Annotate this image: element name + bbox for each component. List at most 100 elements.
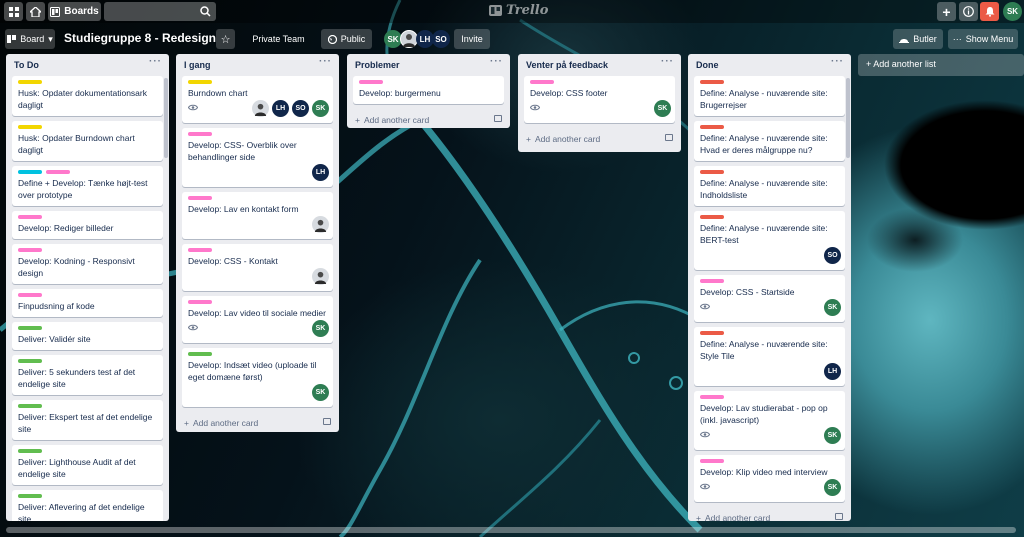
show-menu-button[interactable]: ··· Show Menu (948, 29, 1018, 49)
member-avatar-so[interactable]: SO (292, 100, 309, 117)
notifications-button[interactable] (980, 2, 999, 21)
label-pink[interactable] (18, 293, 42, 297)
card[interactable]: Develop: Indsæt video (uploade til eget … (182, 348, 333, 407)
card-template-icon[interactable] (323, 418, 331, 425)
card[interactable]: Develop: burgermenu (353, 76, 504, 104)
card[interactable]: Develop: Rediger billeder (12, 211, 163, 239)
label-yellow[interactable] (188, 80, 212, 84)
card[interactable]: Define: Analyse - nuværende site: Hvad e… (694, 121, 845, 161)
label-red[interactable] (700, 80, 724, 84)
card[interactable]: Develop: CSS - Kontakt (182, 244, 333, 291)
label-pink[interactable] (700, 459, 724, 463)
visibility-button[interactable]: Public (321, 29, 372, 49)
card[interactable]: Develop: CSS - Startside SK (694, 275, 845, 322)
create-button[interactable]: + (937, 2, 956, 21)
card[interactable]: Deliver: Aflevering af det endelige site (12, 490, 163, 521)
card-template-icon[interactable] (665, 134, 673, 141)
add-list-button[interactable]: + Add another list (858, 54, 1024, 76)
label-green[interactable] (18, 494, 42, 498)
member-avatar-sk[interactable]: SK (312, 320, 329, 337)
card[interactable]: Develop: Lav studierabat - pop op (inkl.… (694, 391, 845, 450)
member-avatar-sk[interactable]: SK (312, 384, 329, 401)
card[interactable]: Deliver: Ekspert test af det endelige si… (12, 400, 163, 440)
label-yellow[interactable] (18, 80, 42, 84)
list-header[interactable]: I gang ··· (176, 54, 339, 76)
label-red[interactable] (700, 125, 724, 129)
list-header[interactable]: To Do ··· (6, 54, 169, 76)
card[interactable]: Develop: Klip video med interview SK (694, 455, 845, 502)
more-icon[interactable]: ··· (661, 56, 674, 67)
list-header[interactable]: Venter på feedback ··· (518, 54, 681, 76)
card[interactable]: Develop: CSS footer SK (524, 76, 675, 123)
label-pink[interactable] (18, 215, 42, 219)
label-pink[interactable] (188, 300, 212, 304)
label-red[interactable] (700, 215, 724, 219)
member-avatar-photo[interactable] (312, 216, 329, 233)
label-pink[interactable] (359, 80, 383, 84)
star-button[interactable]: ☆ (216, 29, 235, 49)
member-avatar-sk[interactable]: SK (312, 100, 329, 117)
label-red[interactable] (700, 331, 724, 335)
label-pink[interactable] (530, 80, 554, 84)
card-template-icon[interactable] (835, 513, 843, 520)
search-input[interactable] (104, 2, 216, 21)
user-avatar[interactable]: SK (1003, 2, 1022, 21)
card[interactable]: Define: Analyse - nuværende site: BERT-t… (694, 211, 845, 270)
card[interactable]: Burndown chart LH SO SK (182, 76, 333, 123)
horizontal-scrollbar[interactable] (6, 527, 1016, 533)
trello-logo[interactable]: Trello (489, 3, 548, 18)
card[interactable]: Deliver: 5 sekunders test af det endelig… (12, 355, 163, 395)
more-icon[interactable]: ··· (319, 56, 332, 67)
label-pink[interactable] (46, 170, 70, 174)
butler-button[interactable]: Butler (893, 29, 943, 49)
list-header[interactable]: Problemer ··· (347, 54, 510, 76)
member-avatar-lh[interactable]: LH (824, 363, 841, 380)
label-pink[interactable] (700, 279, 724, 283)
label-pink[interactable] (188, 196, 212, 200)
member-avatar-sk[interactable]: SK (824, 479, 841, 496)
card[interactable]: Husk: Opdater Burndown chart dagligt (12, 121, 163, 161)
team-button[interactable]: Private Team (245, 29, 312, 49)
card[interactable]: Define + Develop: Tænke højt-test over p… (12, 166, 163, 206)
add-card-button[interactable]: + Add another card (518, 128, 681, 150)
member-avatar-lh[interactable]: LH (272, 100, 289, 117)
card[interactable]: Define: Analyse - nuværende site: Bruger… (694, 76, 845, 116)
label-green[interactable] (18, 404, 42, 408)
member-avatar-photo[interactable] (312, 268, 329, 285)
label-green[interactable] (18, 449, 42, 453)
member-avatar-so[interactable]: SO (824, 247, 841, 264)
more-icon[interactable]: ··· (831, 56, 844, 67)
home-button[interactable] (26, 2, 45, 21)
card[interactable]: Develop: CSS- Overblik over behandlinger… (182, 128, 333, 187)
board-menu-button[interactable]: Board ▾ (5, 29, 55, 49)
more-icon[interactable]: ··· (490, 56, 503, 67)
card[interactable]: Develop: Kodning - Responsivt design (12, 244, 163, 284)
member-avatar-sk[interactable]: SK (824, 427, 841, 444)
vertical-scrollbar[interactable] (846, 78, 850, 158)
member-avatar-sk[interactable]: SK (824, 299, 841, 316)
more-icon[interactable]: ··· (149, 56, 162, 67)
label-pink[interactable] (188, 132, 212, 136)
add-card-button[interactable]: + Add another card (347, 109, 510, 128)
label-red[interactable] (700, 170, 724, 174)
label-green[interactable] (18, 326, 42, 330)
vertical-scrollbar[interactable] (164, 78, 168, 158)
list-header[interactable]: Done ··· (688, 54, 851, 76)
card[interactable]: Develop: Lav video til sociale medier SK (182, 296, 333, 343)
add-card-button[interactable]: + Add another card (688, 507, 851, 521)
label-teal[interactable] (18, 170, 42, 174)
add-card-button[interactable]: + Add another card (176, 412, 339, 432)
board-title[interactable]: Studiegruppe 8 - Redesign (64, 31, 216, 45)
member-avatar-photo[interactable] (252, 100, 269, 117)
member-avatar-lh[interactable]: LH (312, 164, 329, 181)
member-avatar-so[interactable]: SO (432, 30, 450, 48)
card[interactable]: Finpudsning af kode (12, 289, 163, 317)
label-green[interactable] (18, 359, 42, 363)
label-yellow[interactable] (18, 125, 42, 129)
card[interactable]: Define: Analyse - nuværende site: Indhol… (694, 166, 845, 206)
card[interactable]: Deliver: Validér site (12, 322, 163, 350)
label-pink[interactable] (188, 248, 212, 252)
invite-button[interactable]: Invite (454, 29, 490, 49)
info-button[interactable] (959, 2, 978, 21)
card[interactable]: Husk: Opdater dokumentationsark dagligt (12, 76, 163, 116)
